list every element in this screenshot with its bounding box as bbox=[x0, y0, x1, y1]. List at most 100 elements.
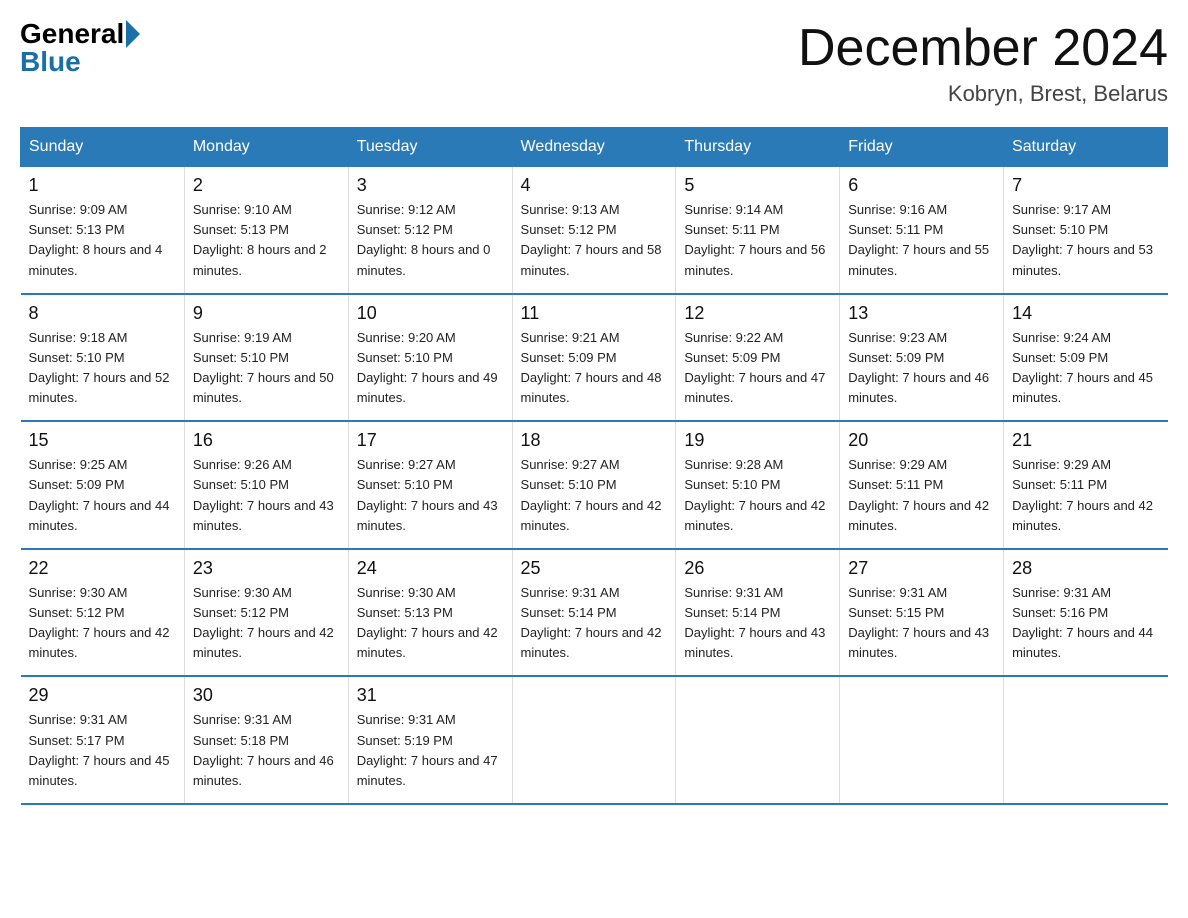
day-number: 26 bbox=[684, 558, 831, 579]
day-number: 31 bbox=[357, 685, 504, 706]
day-info: Sunrise: 9:31 AMSunset: 5:19 PMDaylight:… bbox=[357, 710, 504, 791]
day-number: 19 bbox=[684, 430, 831, 451]
day-info: Sunrise: 9:14 AMSunset: 5:11 PMDaylight:… bbox=[684, 200, 831, 281]
day-number: 7 bbox=[1012, 175, 1159, 196]
day-info: Sunrise: 9:27 AMSunset: 5:10 PMDaylight:… bbox=[521, 455, 668, 536]
weekday-header-sunday: Sunday bbox=[21, 128, 185, 167]
calendar-cell: 17 Sunrise: 9:27 AMSunset: 5:10 PMDayligh… bbox=[348, 421, 512, 549]
logo-general-text: General bbox=[20, 20, 124, 48]
calendar-cell bbox=[676, 676, 840, 804]
day-info: Sunrise: 9:26 AMSunset: 5:10 PMDaylight:… bbox=[193, 455, 340, 536]
day-info: Sunrise: 9:13 AMSunset: 5:12 PMDaylight:… bbox=[521, 200, 668, 281]
weekday-header-tuesday: Tuesday bbox=[348, 128, 512, 167]
calendar-cell: 10 Sunrise: 9:20 AMSunset: 5:10 PMDayligh… bbox=[348, 294, 512, 422]
calendar-cell bbox=[512, 676, 676, 804]
day-info: Sunrise: 9:31 AMSunset: 5:18 PMDaylight:… bbox=[193, 710, 340, 791]
weekday-header-thursday: Thursday bbox=[676, 128, 840, 167]
day-number: 2 bbox=[193, 175, 340, 196]
logo-triangle-icon bbox=[126, 20, 140, 48]
day-number: 28 bbox=[1012, 558, 1159, 579]
calendar-week-row: 8 Sunrise: 9:18 AMSunset: 5:10 PMDaylight… bbox=[21, 294, 1168, 422]
day-info: Sunrise: 9:09 AMSunset: 5:13 PMDaylight:… bbox=[29, 200, 176, 281]
day-number: 14 bbox=[1012, 303, 1159, 324]
calendar-cell: 5 Sunrise: 9:14 AMSunset: 5:11 PMDaylight… bbox=[676, 167, 840, 294]
day-number: 9 bbox=[193, 303, 340, 324]
day-number: 23 bbox=[193, 558, 340, 579]
calendar-cell: 6Sunrise: 9:16 AMSunset: 5:11 PMDaylight… bbox=[840, 167, 1004, 294]
location-text: Kobryn, Brest, Belarus bbox=[798, 81, 1168, 107]
calendar-cell: 23Sunrise: 9:30 AMSunset: 5:12 PMDayligh… bbox=[184, 549, 348, 677]
day-info: Sunrise: 9:31 AMSunset: 5:16 PMDaylight:… bbox=[1012, 583, 1159, 664]
calendar-cell: 8 Sunrise: 9:18 AMSunset: 5:10 PMDaylight… bbox=[21, 294, 185, 422]
month-title: December 2024 bbox=[798, 20, 1168, 77]
calendar-week-row: 1Sunrise: 9:09 AMSunset: 5:13 PMDaylight… bbox=[21, 167, 1168, 294]
day-info: Sunrise: 9:12 AMSunset: 5:12 PMDaylight:… bbox=[357, 200, 504, 281]
day-number: 10 bbox=[357, 303, 504, 324]
calendar-week-row: 29 Sunrise: 9:31 AMSunset: 5:17 PMDayligh… bbox=[21, 676, 1168, 804]
day-info: Sunrise: 9:21 AMSunset: 5:09 PMDaylight:… bbox=[521, 328, 668, 409]
day-info: Sunrise: 9:30 AMSunset: 5:12 PMDaylight:… bbox=[29, 583, 176, 664]
calendar-cell: 28 Sunrise: 9:31 AMSunset: 5:16 PMDayligh… bbox=[1004, 549, 1168, 677]
calendar-week-row: 15Sunrise: 9:25 AMSunset: 5:09 PMDayligh… bbox=[21, 421, 1168, 549]
day-info: Sunrise: 9:31 AMSunset: 5:14 PMDaylight:… bbox=[684, 583, 831, 664]
day-number: 20 bbox=[848, 430, 995, 451]
day-number: 16 bbox=[193, 430, 340, 451]
calendar-cell: 12Sunrise: 9:22 AMSunset: 5:09 PMDayligh… bbox=[676, 294, 840, 422]
calendar-cell: 29 Sunrise: 9:31 AMSunset: 5:17 PMDayligh… bbox=[21, 676, 185, 804]
calendar-cell: 11 Sunrise: 9:21 AMSunset: 5:09 PMDayligh… bbox=[512, 294, 676, 422]
day-number: 21 bbox=[1012, 430, 1159, 451]
day-number: 15 bbox=[29, 430, 176, 451]
day-info: Sunrise: 9:31 AMSunset: 5:14 PMDaylight:… bbox=[521, 583, 668, 664]
day-number: 27 bbox=[848, 558, 995, 579]
calendar-cell: 25 Sunrise: 9:31 AMSunset: 5:14 PMDayligh… bbox=[512, 549, 676, 677]
day-info: Sunrise: 9:23 AMSunset: 5:09 PMDaylight:… bbox=[848, 328, 995, 409]
calendar-cell: 31 Sunrise: 9:31 AMSunset: 5:19 PMDayligh… bbox=[348, 676, 512, 804]
calendar-cell: 30 Sunrise: 9:31 AMSunset: 5:18 PMDayligh… bbox=[184, 676, 348, 804]
calendar-cell: 2 Sunrise: 9:10 AMSunset: 5:13 PMDaylight… bbox=[184, 167, 348, 294]
calendar-table: SundayMondayTuesdayWednesdayThursdayFrid… bbox=[20, 127, 1168, 805]
day-info: Sunrise: 9:31 AMSunset: 5:15 PMDaylight:… bbox=[848, 583, 995, 664]
calendar-cell: 4Sunrise: 9:13 AMSunset: 5:12 PMDaylight… bbox=[512, 167, 676, 294]
day-number: 3 bbox=[357, 175, 504, 196]
day-number: 22 bbox=[29, 558, 176, 579]
day-info: Sunrise: 9:29 AMSunset: 5:11 PMDaylight:… bbox=[1012, 455, 1159, 536]
day-number: 17 bbox=[357, 430, 504, 451]
day-info: Sunrise: 9:29 AMSunset: 5:11 PMDaylight:… bbox=[848, 455, 995, 536]
calendar-cell: 13 Sunrise: 9:23 AMSunset: 5:09 PMDayligh… bbox=[840, 294, 1004, 422]
weekday-header-wednesday: Wednesday bbox=[512, 128, 676, 167]
day-info: Sunrise: 9:20 AMSunset: 5:10 PMDaylight:… bbox=[357, 328, 504, 409]
day-number: 11 bbox=[521, 303, 668, 324]
day-number: 24 bbox=[357, 558, 504, 579]
day-number: 5 bbox=[684, 175, 831, 196]
calendar-cell: 1Sunrise: 9:09 AMSunset: 5:13 PMDaylight… bbox=[21, 167, 185, 294]
day-info: Sunrise: 9:31 AMSunset: 5:17 PMDaylight:… bbox=[29, 710, 176, 791]
calendar-cell: 14 Sunrise: 9:24 AMSunset: 5:09 PMDayligh… bbox=[1004, 294, 1168, 422]
day-number: 29 bbox=[29, 685, 176, 706]
calendar-cell: 21 Sunrise: 9:29 AMSunset: 5:11 PMDayligh… bbox=[1004, 421, 1168, 549]
calendar-cell: 26 Sunrise: 9:31 AMSunset: 5:14 PMDayligh… bbox=[676, 549, 840, 677]
calendar-cell: 27 Sunrise: 9:31 AMSunset: 5:15 PMDayligh… bbox=[840, 549, 1004, 677]
day-number: 13 bbox=[848, 303, 995, 324]
day-number: 12 bbox=[684, 303, 831, 324]
page-header: General Blue December 2024 Kobryn, Brest… bbox=[20, 20, 1168, 107]
calendar-cell: 15Sunrise: 9:25 AMSunset: 5:09 PMDayligh… bbox=[21, 421, 185, 549]
title-section: December 2024 Kobryn, Brest, Belarus bbox=[798, 20, 1168, 107]
day-info: Sunrise: 9:18 AMSunset: 5:10 PMDaylight:… bbox=[29, 328, 176, 409]
day-info: Sunrise: 9:24 AMSunset: 5:09 PMDaylight:… bbox=[1012, 328, 1159, 409]
calendar-week-row: 22 Sunrise: 9:30 AMSunset: 5:12 PMDayligh… bbox=[21, 549, 1168, 677]
calendar-cell: 20 Sunrise: 9:29 AMSunset: 5:11 PMDayligh… bbox=[840, 421, 1004, 549]
day-info: Sunrise: 9:10 AMSunset: 5:13 PMDaylight:… bbox=[193, 200, 340, 281]
day-number: 8 bbox=[29, 303, 176, 324]
calendar-cell: 18Sunrise: 9:27 AMSunset: 5:10 PMDayligh… bbox=[512, 421, 676, 549]
weekday-header-row: SundayMondayTuesdayWednesdayThursdayFrid… bbox=[21, 128, 1168, 167]
calendar-cell bbox=[1004, 676, 1168, 804]
calendar-cell bbox=[840, 676, 1004, 804]
calendar-cell: 16 Sunrise: 9:26 AMSunset: 5:10 PMDayligh… bbox=[184, 421, 348, 549]
day-number: 25 bbox=[521, 558, 668, 579]
day-number: 30 bbox=[193, 685, 340, 706]
calendar-cell: 3 Sunrise: 9:12 AMSunset: 5:12 PMDaylight… bbox=[348, 167, 512, 294]
day-info: Sunrise: 9:27 AMSunset: 5:10 PMDaylight:… bbox=[357, 455, 504, 536]
calendar-cell: 22 Sunrise: 9:30 AMSunset: 5:12 PMDayligh… bbox=[21, 549, 185, 677]
logo-blue-text: Blue bbox=[20, 48, 81, 76]
weekday-header-friday: Friday bbox=[840, 128, 1004, 167]
